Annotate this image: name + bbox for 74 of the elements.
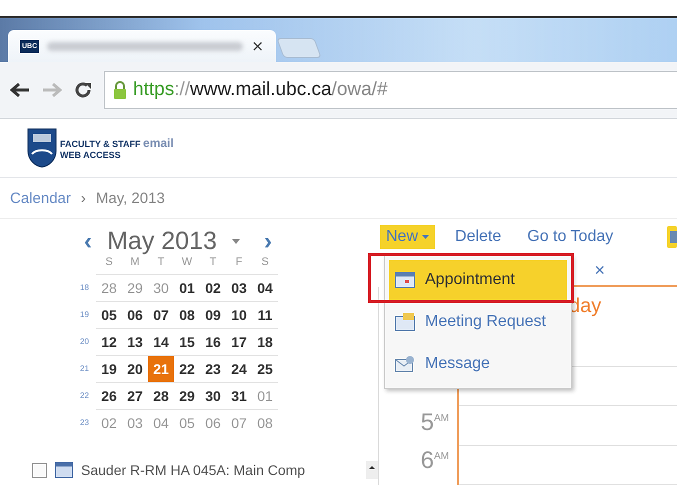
calendar-day[interactable]: 31 bbox=[226, 382, 252, 409]
week-number: 20 bbox=[80, 337, 90, 346]
reload-icon[interactable] bbox=[74, 81, 92, 99]
calendar-day[interactable]: 08 bbox=[174, 301, 200, 328]
calendar-day[interactable]: 17 bbox=[226, 328, 252, 355]
weekday-label: W bbox=[180, 256, 194, 270]
calendar-day[interactable]: 04 bbox=[252, 274, 278, 301]
calendar-day[interactable]: 29 bbox=[174, 382, 200, 409]
calendar-day[interactable]: 03 bbox=[226, 274, 252, 301]
hour-label: 5$^{AM}$ bbox=[420, 409, 449, 437]
calendar-day[interactable]: 16 bbox=[200, 328, 226, 355]
breadcrumb-separator: › bbox=[80, 190, 86, 206]
calendar-day[interactable]: 13 bbox=[122, 328, 148, 355]
week-number: 18 bbox=[80, 283, 90, 292]
calendar-day[interactable]: 28 bbox=[148, 382, 174, 409]
calendar-day[interactable]: 01 bbox=[174, 274, 200, 301]
week-number: 19 bbox=[80, 310, 90, 319]
caret-icon bbox=[422, 235, 430, 239]
calendar-day[interactable]: 23 bbox=[200, 355, 226, 382]
envelope-icon bbox=[395, 356, 415, 372]
crest-icon bbox=[27, 128, 57, 168]
calendar-day[interactable]: 26 bbox=[96, 382, 122, 409]
back-arrow-icon[interactable] bbox=[10, 82, 30, 98]
calendar-day[interactable]: 02 bbox=[200, 274, 226, 301]
logo-subtitle: WEB ACCESS bbox=[60, 150, 122, 160]
toolbar-button[interactable]: Delete bbox=[449, 225, 508, 249]
calendar-icon bbox=[395, 272, 415, 288]
calendar-day[interactable]: 18 bbox=[252, 328, 278, 355]
caret-icon[interactable] bbox=[232, 239, 240, 244]
calendar-name[interactable]: Sauder R-RM HA 045A: Main Comp bbox=[81, 462, 306, 478]
calendar-day[interactable]: 19 bbox=[96, 355, 122, 382]
calendar-day[interactable]: 07 bbox=[148, 301, 174, 328]
url-text: https://www.mail.ubc.ca/owa/# bbox=[133, 79, 388, 101]
calendar-day[interactable]: 25 bbox=[252, 355, 278, 382]
week-number: 22 bbox=[80, 391, 90, 400]
menu-item[interactable]: Message bbox=[389, 344, 567, 384]
logo-text: FACULTY & STAFF email bbox=[60, 136, 174, 150]
month-title[interactable]: May 2013 bbox=[102, 227, 222, 256]
week-number: 21 bbox=[80, 364, 90, 373]
new-tab-button[interactable] bbox=[276, 38, 322, 58]
weekday-label: T bbox=[208, 256, 218, 270]
hour-label: 6$^{AM}$ bbox=[420, 447, 449, 475]
calendar-day[interactable]: 30 bbox=[200, 382, 226, 409]
calendar-icon[interactable] bbox=[667, 226, 677, 248]
next-month-button[interactable]: › bbox=[264, 228, 272, 256]
weekday-label: T bbox=[156, 256, 166, 270]
calendar-icon bbox=[55, 462, 73, 478]
calendar-day[interactable]: 09 bbox=[200, 301, 226, 328]
calendar-icon bbox=[395, 313, 415, 331]
address-bar[interactable]: https://www.mail.ubc.ca/owa/# bbox=[104, 71, 677, 109]
checkbox[interactable] bbox=[32, 462, 47, 478]
forward-arrow-icon[interactable] bbox=[42, 82, 62, 98]
calendar-day[interactable]: 12 bbox=[96, 328, 122, 355]
weekday-label: F bbox=[234, 256, 244, 270]
close-tab-button[interactable]: × bbox=[251, 37, 264, 55]
calendar-day[interactable]: 24 bbox=[226, 355, 252, 382]
weekday-label: S bbox=[260, 256, 270, 270]
menu-item[interactable]: Meeting Request bbox=[389, 302, 567, 342]
menu-item[interactable]: Appointment bbox=[389, 260, 567, 300]
breadcrumb-current: May, 2013 bbox=[96, 190, 165, 206]
calendar-day[interactable]: 10 bbox=[226, 301, 252, 328]
close-icon[interactable]: × bbox=[594, 260, 605, 280]
calendar-day[interactable]: 22 bbox=[174, 355, 200, 382]
weekday-label: M bbox=[129, 256, 141, 270]
toolbar-button[interactable]: Go to Today bbox=[521, 225, 620, 249]
calendar-day[interactable]: 27 bbox=[122, 382, 148, 409]
calendar-day[interactable]: 06 bbox=[122, 301, 148, 328]
calendar-day[interactable]: 05 bbox=[96, 301, 122, 328]
weekday-label: S bbox=[104, 256, 114, 270]
previous-month-button[interactable]: ‹ bbox=[84, 228, 92, 256]
calendar-day[interactable]: 11 bbox=[252, 301, 278, 328]
calendar-day[interactable]: 15 bbox=[174, 328, 200, 355]
padlock-icon bbox=[113, 81, 127, 99]
week-number: 23 bbox=[80, 418, 90, 427]
